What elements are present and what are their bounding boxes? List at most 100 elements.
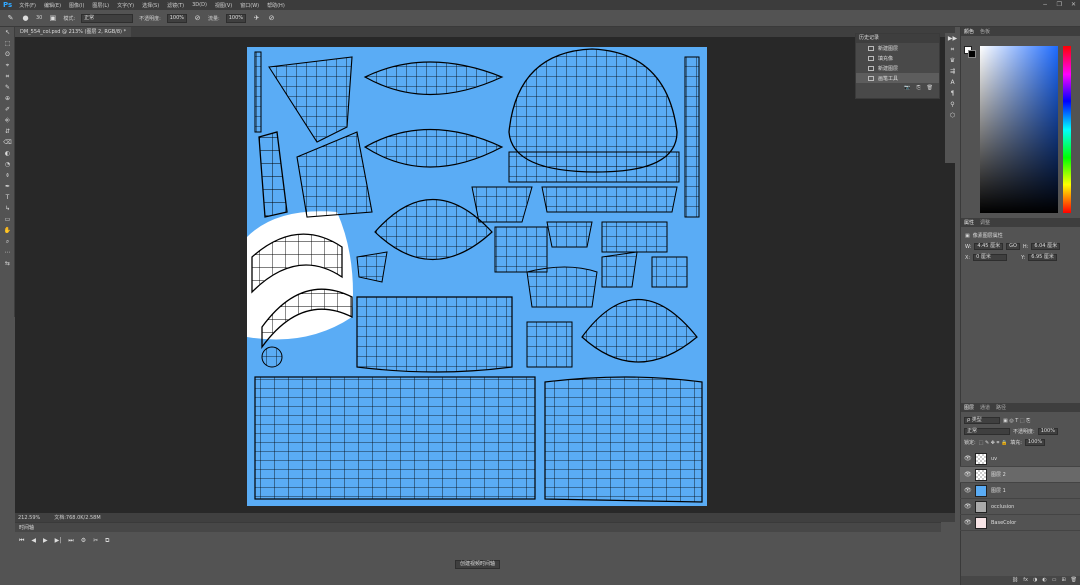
pen-tool-icon[interactable]: ⌽ [0, 170, 15, 181]
x-input[interactable]: 0 厘米 [973, 254, 1008, 261]
dodge-tool-icon[interactable]: ◔ [0, 159, 15, 170]
layer-row-selected[interactable]: 👁 图层 2 [960, 467, 1080, 483]
new-document-icon[interactable]: ⎘ [917, 85, 921, 91]
background-color-swatch[interactable] [968, 50, 976, 58]
healing-tool-icon[interactable]: ⊕ [0, 93, 15, 104]
layer-row[interactable]: 👁 uv [960, 451, 1080, 467]
swap-colors-tool-icon[interactable]: ⇆ [0, 258, 15, 269]
lasso-tool-icon[interactable]: ʘ [0, 49, 15, 60]
menu-select[interactable]: 选择(S) [138, 2, 163, 9]
y-input[interactable]: 6.95 厘米 [1028, 254, 1057, 261]
menu-help[interactable]: 帮助(H) [263, 2, 289, 9]
brush-tool-icon[interactable]: ✐ [0, 104, 15, 115]
play-icon[interactable]: ▶ [43, 537, 48, 545]
next-frame-icon[interactable]: ▶| [55, 537, 62, 545]
brush-preset-picker[interactable]: ● [21, 14, 30, 23]
layer-row[interactable]: 👁 occlusion [960, 499, 1080, 515]
tab-adjustments[interactable]: 调整 [980, 219, 990, 226]
history-item[interactable]: 新建图层 [856, 63, 939, 73]
layer-opacity-input[interactable]: 100% [1037, 428, 1058, 435]
character-panel-icon[interactable]: A [945, 77, 960, 88]
transition-icon[interactable]: ⧉ [105, 537, 109, 545]
split-icon[interactable]: ✂ [93, 537, 98, 545]
rectangle-tool-icon[interactable]: ▭ [0, 214, 15, 225]
fill-input[interactable]: 100% [1024, 439, 1046, 446]
tab-paths[interactable]: 路径 [996, 404, 1006, 411]
blend-mode-select[interactable]: 正常 [964, 428, 1010, 435]
menu-filter[interactable]: 滤镜(T) [163, 2, 188, 9]
tab-properties[interactable]: 属性 [964, 219, 974, 226]
hue-slider[interactable] [1063, 46, 1071, 213]
delete-layer-icon[interactable]: 🗑 [1071, 576, 1077, 585]
tab-swatches[interactable]: 色板 [980, 28, 990, 35]
uv-canvas[interactable] [247, 47, 707, 506]
history-item[interactable]: 新建图层 [856, 43, 939, 53]
menu-layer[interactable]: 图层(L) [88, 2, 113, 9]
visibility-eye-icon[interactable]: 👁 [964, 503, 972, 510]
3d-panel-icon[interactable]: ⬡ [945, 110, 960, 121]
expand-panel-icon[interactable]: ▶▶ [945, 33, 960, 44]
eraser-tool-icon[interactable]: ⌫ [0, 137, 15, 148]
tab-history[interactable]: 历史记录 [859, 34, 879, 43]
brush-tool-icon[interactable]: ✎ [6, 14, 15, 23]
fx-icon[interactable]: fx [1023, 576, 1028, 585]
tab-channels[interactable]: 通道 [980, 404, 990, 411]
clone-tool-icon[interactable]: ⎆ [0, 115, 15, 126]
menu-type[interactable]: 文字(Y) [113, 2, 138, 9]
brush-settings-panel-icon[interactable]: ⚲ [945, 99, 960, 110]
settings-icon[interactable]: ⚙ [81, 537, 86, 545]
menu-window[interactable]: 窗口(W) [236, 2, 263, 9]
menu-edit[interactable]: 编辑(E) [40, 2, 65, 9]
trash-icon[interactable]: 🗑 [927, 85, 933, 91]
filter-icons[interactable]: ▣ ◎ T ⬚ ⎘ [1003, 418, 1030, 424]
prev-frame-icon[interactable]: ◀ [31, 537, 36, 545]
zoom-readout[interactable]: 212.59% [18, 515, 40, 521]
minimize-button[interactable]: − [1043, 0, 1048, 10]
hand-tool-icon[interactable]: ✋ [0, 225, 15, 236]
visibility-eye-icon[interactable]: 👁 [964, 519, 972, 526]
history-item[interactable]: 填充像 [856, 53, 939, 63]
path-select-tool-icon[interactable]: ↳ [0, 203, 15, 214]
create-video-timeline-button[interactable]: 创建视频时间轴 [455, 560, 501, 569]
height-input[interactable]: 6.04 厘米 [1031, 243, 1061, 250]
menu-view[interactable]: 视图(V) [211, 2, 236, 9]
timeline-title[interactable]: 时间轴 [19, 524, 34, 531]
marquee-tool-icon[interactable]: ⬚ [0, 38, 15, 49]
layer-filter-select[interactable]: ρ 类型 [964, 417, 1000, 424]
restore-button[interactable]: ❐ [1057, 0, 1062, 10]
gradient-tool-icon[interactable]: ◐ [0, 148, 15, 159]
flow-input[interactable]: 100% [225, 13, 247, 23]
group-icon[interactable]: ▭ [1052, 576, 1057, 585]
last-frame-icon[interactable]: ⏭ [68, 537, 73, 545]
tab-layers[interactable]: 图层 [964, 404, 974, 411]
paragraph-panel-icon[interactable]: ¶ [945, 88, 960, 99]
close-button[interactable]: ✕ [1071, 0, 1076, 10]
paragraph-style-panel-icon[interactable]: ⇶ [945, 66, 960, 77]
link-button[interactable]: GO [1006, 243, 1020, 250]
tab-color[interactable]: 颜色 [964, 28, 974, 35]
move-tool-icon[interactable]: ↖ [0, 27, 15, 38]
pressure-size-icon[interactable]: ⊘ [267, 14, 276, 23]
zoom-tool-icon[interactable]: ⌕ [0, 236, 15, 247]
crop-tool-icon[interactable]: ⌗ [0, 71, 15, 82]
width-input[interactable]: 4.45 厘米 [974, 243, 1004, 250]
adjustment-icon[interactable]: ◐ [1042, 576, 1046, 585]
lock-icons[interactable]: ⬚ ✎ ✥ ⌗ 🔒 [979, 440, 1008, 446]
history-brush-tool-icon[interactable]: ⇵ [0, 126, 15, 137]
document-tab[interactable]: DM_554_col.psd @ 213% (图层 2, RGB/8) * [15, 27, 132, 37]
eyedropper-tool-icon[interactable]: ✎ [0, 82, 15, 93]
more-tool-icon[interactable]: ⋯ [0, 247, 15, 258]
airbrush-icon[interactable]: ✈ [252, 14, 261, 23]
menu-3d[interactable]: 3D(D) [188, 2, 211, 8]
first-frame-icon[interactable]: ⏮ [19, 537, 24, 545]
histogram-panel-icon[interactable]: ⌗ [945, 44, 960, 55]
brush-panel-toggle-icon[interactable]: ▣ [48, 14, 57, 23]
mode-select[interactable]: 正常 [81, 13, 134, 23]
history-item-selected[interactable]: 画笔工具 [856, 73, 939, 83]
quick-select-tool-icon[interactable]: ⌖ [0, 60, 15, 71]
menu-file[interactable]: 文件(F) [15, 2, 40, 9]
mask-icon[interactable]: ◑ [1033, 576, 1037, 585]
opacity-input[interactable]: 100% [166, 13, 188, 23]
type-tool-icon[interactable]: T [0, 192, 15, 203]
link-layers-icon[interactable]: ⛓ [1012, 576, 1018, 585]
